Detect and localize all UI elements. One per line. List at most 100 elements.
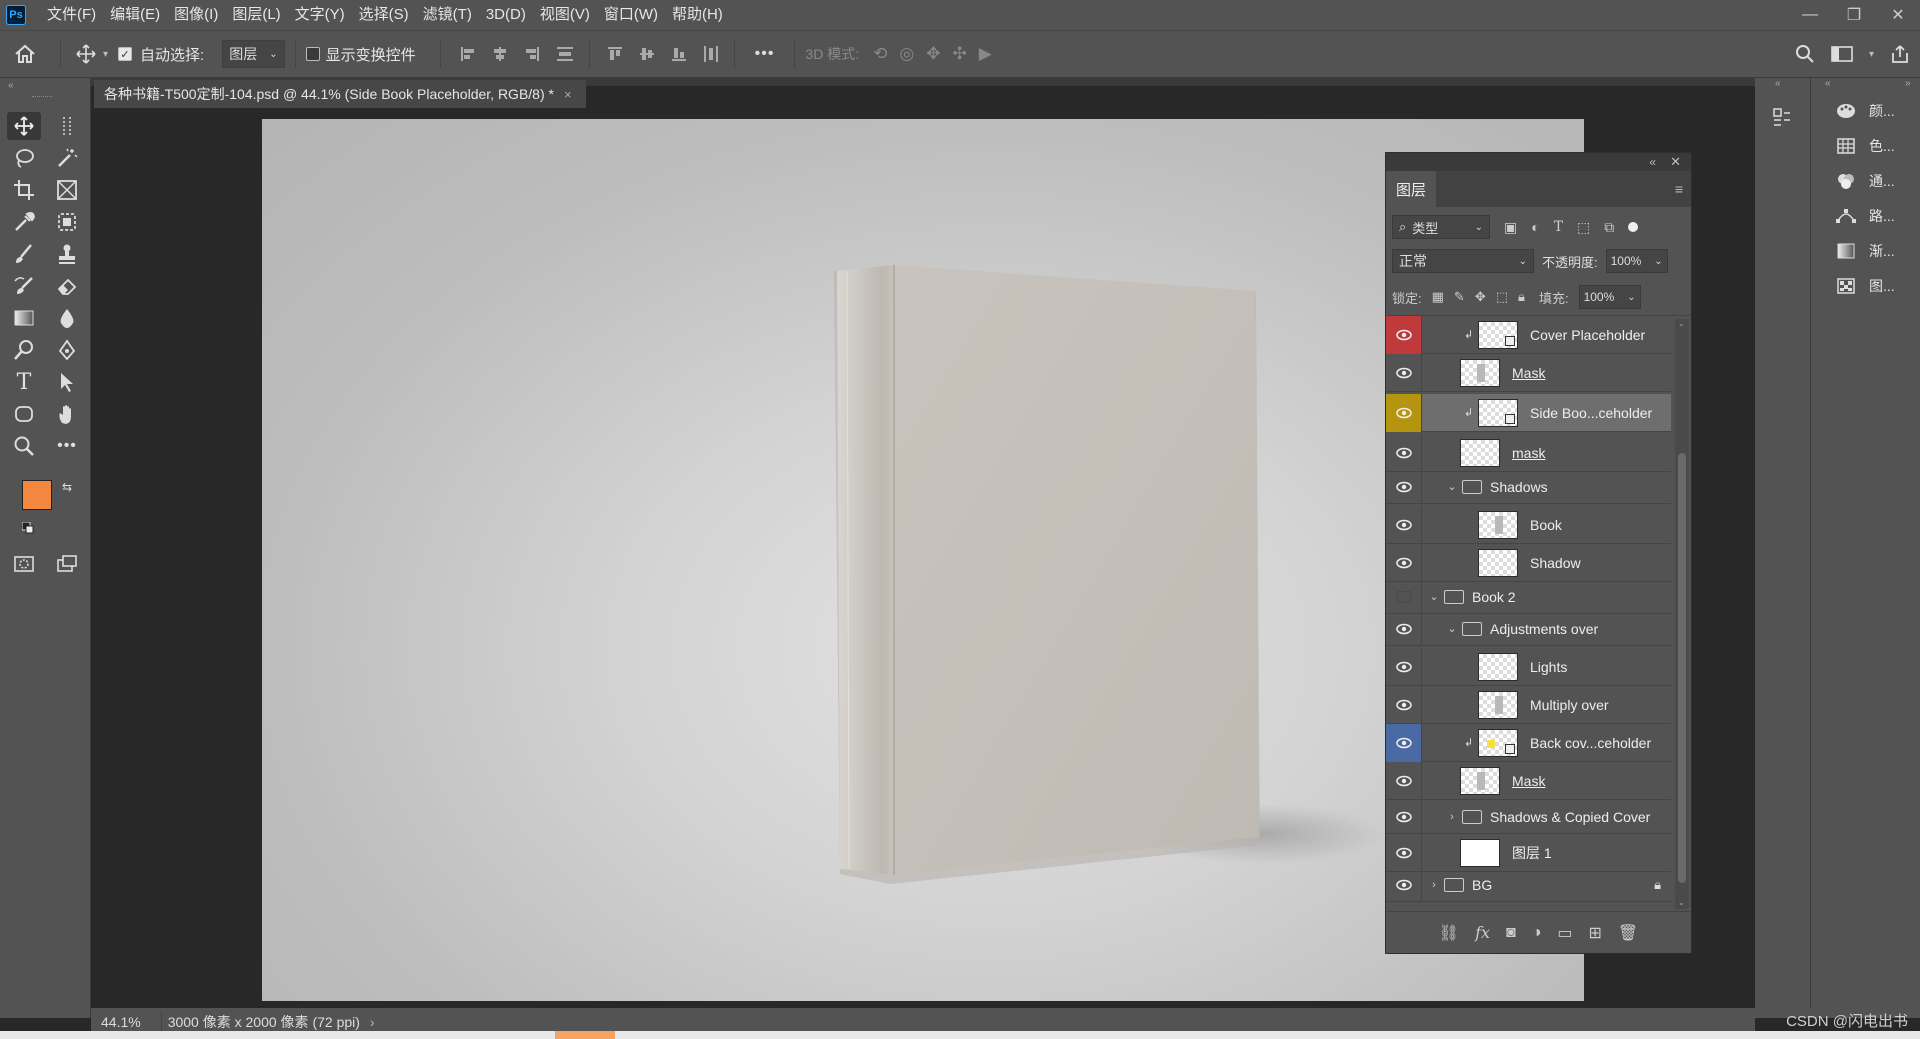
- document-tab[interactable]: 各种书籍-T500定制-104.psd @ 44.1% (Side Book P…: [94, 80, 586, 108]
- chevron-down-icon[interactable]: ▾: [1869, 49, 1874, 60]
- scroll-up-icon[interactable]: ⌃: [1678, 323, 1685, 332]
- hand-tool-icon[interactable]: [50, 400, 84, 428]
- layer-row[interactable]: › BG 🔒︎: [1386, 867, 1671, 902]
- menu-item[interactable]: 窗口(W): [597, 0, 665, 30]
- stamp-tool-icon[interactable]: [50, 240, 84, 268]
- layer-row[interactable]: Mask: [1386, 353, 1671, 392]
- chevron-down-icon[interactable]: ⌄: [1444, 480, 1460, 493]
- filter-pixel-icon[interactable]: ▣: [1504, 219, 1517, 236]
- zoom-tool-icon[interactable]: [7, 432, 41, 460]
- minimize-button[interactable]: —: [1788, 0, 1832, 30]
- menu-item[interactable]: 图层(L): [225, 0, 287, 30]
- default-colors-icon[interactable]: [21, 521, 34, 534]
- gradient-tool-icon[interactable]: [7, 304, 41, 332]
- menu-item[interactable]: 编辑(E): [103, 0, 167, 30]
- frame-tool-icon[interactable]: [50, 176, 84, 204]
- foreground-color-swatch[interactable]: [22, 480, 52, 510]
- chevron-right-icon[interactable]: ›: [1444, 811, 1460, 823]
- collapse-arrows-icon[interactable]: «: [1825, 78, 1831, 89]
- tab-layers[interactable]: 图层: [1386, 171, 1437, 207]
- layer-row[interactable]: Mask: [1386, 761, 1671, 800]
- chevron-down-icon[interactable]: ⌄: [1627, 292, 1635, 303]
- search-icon[interactable]: [1795, 44, 1815, 64]
- visibility-toggle[interactable]: [1386, 761, 1422, 800]
- fx-icon[interactable]: fx: [1475, 923, 1490, 942]
- artboard-tool-icon[interactable]: [50, 112, 84, 140]
- magic-wand-tool-icon[interactable]: [50, 144, 84, 172]
- lock-image-icon[interactable]: ✎: [1454, 289, 1465, 305]
- layer-row[interactable]: Book: [1386, 505, 1671, 544]
- menu-item[interactable]: 文字(Y): [288, 0, 352, 30]
- right-panel-item[interactable]: 通...: [1835, 170, 1895, 192]
- align-top-icon[interactable]: [606, 44, 624, 64]
- quick-mask-icon[interactable]: [7, 550, 41, 578]
- layer-row[interactable]: Shadow: [1386, 543, 1671, 582]
- more-tools-icon[interactable]: •••: [50, 432, 84, 460]
- 3d-pan-icon[interactable]: ✥: [926, 44, 940, 64]
- blur-tool-icon[interactable]: [50, 304, 84, 332]
- blend-mode-dropdown[interactable]: 正常 ⌄: [1392, 249, 1534, 273]
- rectangle-tool-icon[interactable]: [7, 400, 41, 428]
- chevron-down-icon[interactable]: ⌄: [1654, 256, 1662, 267]
- eraser-tool-icon[interactable]: [50, 272, 84, 300]
- trash-icon[interactable]: 🗑︎: [1618, 923, 1638, 943]
- menu-item[interactable]: 视图(V): [533, 0, 597, 30]
- mask-icon[interactable]: ◙: [1506, 924, 1516, 942]
- auto-select-checkbox[interactable]: ✓: [118, 47, 133, 61]
- menu-item[interactable]: 文件(F): [40, 0, 103, 30]
- filter-toggle-icon[interactable]: [1628, 222, 1639, 232]
- align-left-icon[interactable]: [459, 45, 477, 63]
- history-icon[interactable]: [1767, 104, 1797, 130]
- 3d-camera-icon[interactable]: ▶: [979, 44, 992, 64]
- adjustment-icon[interactable]: ◑: [1532, 924, 1542, 942]
- lock-all-icon[interactable]: 🔒︎: [1518, 289, 1525, 305]
- opacity-input[interactable]: 100% ⌄: [1605, 249, 1668, 273]
- show-transform-checkbox[interactable]: [305, 47, 320, 61]
- visibility-toggle[interactable]: [1386, 353, 1422, 392]
- visibility-toggle[interactable]: [1386, 543, 1422, 582]
- distribute-horizontal-icon[interactable]: [702, 44, 720, 64]
- right-panel-item[interactable]: 路...: [1835, 205, 1895, 227]
- eyedropper-tool-icon[interactable]: [7, 208, 41, 236]
- visibility-toggle[interactable]: [1386, 505, 1422, 544]
- visibility-toggle[interactable]: [1386, 611, 1422, 646]
- visibility-toggle[interactable]: [1386, 469, 1422, 504]
- fill-input[interactable]: 100% ⌄: [1578, 285, 1641, 309]
- collapse-panel-icon[interactable]: «: [1649, 155, 1656, 169]
- right-panel-item[interactable]: 渐...: [1835, 240, 1895, 262]
- visibility-toggle[interactable]: [1386, 867, 1422, 902]
- grip-icon[interactable]: [32, 96, 52, 98]
- align-right-icon[interactable]: [523, 45, 541, 63]
- pen-tool-icon[interactable]: [50, 336, 84, 364]
- brush-tool-icon[interactable]: [7, 240, 41, 268]
- visibility-toggle[interactable]: [1386, 393, 1422, 432]
- move-tool-icon[interactable]: [71, 44, 101, 64]
- visibility-toggle[interactable]: [1386, 579, 1422, 614]
- restore-button[interactable]: ❐: [1832, 0, 1876, 30]
- menu-item[interactable]: 帮助(H): [665, 0, 730, 30]
- visibility-toggle[interactable]: [1386, 799, 1422, 834]
- layer-row[interactable]: Multiply over: [1386, 685, 1671, 724]
- visibility-toggle[interactable]: [1386, 723, 1422, 762]
- layers-scrollbar[interactable]: ⌃ ⌄: [1675, 319, 1689, 909]
- layer-row[interactable]: ↲ Side Boo...ceholder: [1386, 393, 1671, 432]
- patch-tool-icon[interactable]: [50, 208, 84, 236]
- panel-menu-icon[interactable]: ≡: [1667, 181, 1691, 207]
- workspace-icon[interactable]: [1831, 45, 1853, 63]
- path-selection-tool-icon[interactable]: [50, 368, 84, 396]
- link-icon[interactable]: ⛓︎: [1439, 923, 1459, 943]
- right-panel-item[interactable]: 色...: [1835, 135, 1895, 157]
- scrollbar-thumb[interactable]: [1678, 453, 1686, 883]
- swap-colors-icon[interactable]: ⇆: [62, 480, 72, 494]
- lock-artboard-icon[interactable]: ⬚: [1496, 289, 1508, 305]
- layer-row[interactable]: mask: [1386, 433, 1671, 472]
- filter-smart-object-icon[interactable]: ⧉: [1604, 219, 1614, 236]
- align-hcenter-icon[interactable]: [491, 45, 509, 63]
- visibility-toggle[interactable]: [1386, 433, 1422, 472]
- collapse-arrows-icon[interactable]: »: [1905, 78, 1911, 89]
- lock-transparent-icon[interactable]: ▦: [1432, 289, 1444, 305]
- layer-row[interactable]: ↲ Back cov...ceholder: [1386, 723, 1671, 762]
- share-icon[interactable]: [1890, 44, 1910, 64]
- more-options-button[interactable]: •••: [755, 45, 775, 63]
- menu-item[interactable]: 选择(S): [352, 0, 416, 30]
